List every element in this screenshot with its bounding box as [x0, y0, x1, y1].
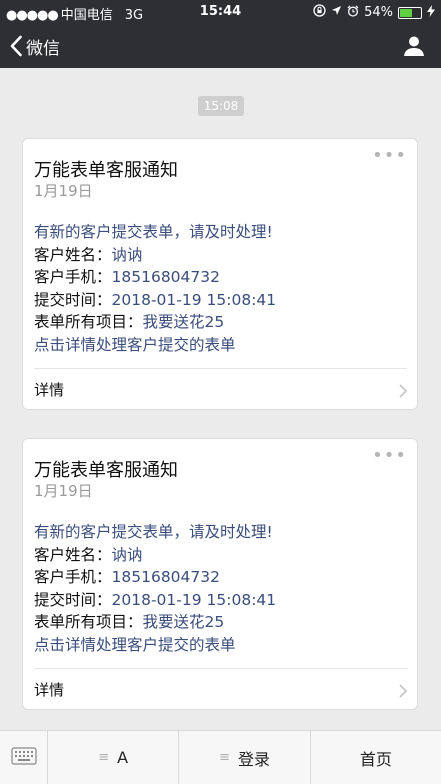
back-label: 微信 [26, 38, 60, 59]
field-label: 客户姓名： [34, 245, 112, 264]
field-label: 客户手机： [34, 268, 112, 286]
message-timestamp: 15:08 [198, 96, 244, 116]
menu-item-label: 首页 [359, 749, 392, 769]
field-label: 表单所有项目： [34, 613, 143, 631]
message-card: ••• 万能表单客服通知 1月19日 有新的客户提交表单，请及时处理! 客户姓名… [22, 438, 418, 710]
field-value: 讷讷 [111, 245, 143, 264]
detail-label: 详情 [34, 381, 65, 399]
field-customer-phone: 客户手机：18516804732 [34, 266, 407, 289]
field-label: 客户手机： [34, 568, 112, 586]
field-value: 讷讷 [111, 545, 143, 564]
detail-link[interactable]: 详情 [23, 369, 417, 410]
field-label: 提交时间： [34, 290, 112, 309]
menu-item-a[interactable]: ≡ A [48, 731, 180, 784]
field-value: 2018-01-19 15:08:41 [111, 290, 277, 309]
chevron-left-icon [10, 35, 22, 57]
card-footer-note: 点击详情处理客户提交的表单 [34, 635, 236, 654]
bottom-menu-bar: ≡ A ≡ 登录 首页 [0, 730, 441, 784]
message-card: ••• 万能表单客服通知 1月19日 有新的客户提交表单，请及时处理! 客户姓名… [22, 138, 418, 410]
menu-item-label: A [117, 748, 129, 767]
battery-percent: 54% [364, 5, 393, 20]
card-intro: 有新的客户提交表单，请及时处理! [34, 523, 273, 541]
orientation-lock-icon [313, 4, 326, 21]
chevron-right-icon [399, 683, 408, 702]
detail-link[interactable]: 详情 [23, 669, 417, 710]
detail-label: 详情 [34, 681, 65, 699]
battery-level-fill [400, 8, 412, 17]
card-footer-note: 点击详情处理客户提交的表单 [34, 335, 236, 354]
card-title: 万能表单客服通知 [34, 160, 178, 181]
field-label: 表单所有项目： [34, 313, 143, 331]
field-customer-phone: 客户手机：18516804732 [34, 566, 407, 589]
chevron-right-icon [399, 383, 408, 402]
field-value: 我要送花25 [142, 313, 225, 331]
field-value: 18516804732 [111, 268, 220, 286]
location-icon [331, 5, 342, 20]
field-label: 提交时间： [34, 590, 112, 609]
field-customer-name: 客户姓名：讷讷 [34, 544, 407, 567]
status-bar: ●●●●● 中国电信 3G 15:44 54% [0, 0, 441, 24]
profile-button[interactable] [403, 35, 425, 57]
field-form-items: 表单所有项目：我要送花25 [34, 311, 407, 334]
menu-lines-icon: ≡ [219, 750, 230, 765]
field-form-items: 表单所有项目：我要送花25 [34, 611, 407, 634]
more-options-icon[interactable]: ••• [372, 147, 407, 165]
status-icons: 54% [313, 4, 435, 21]
field-customer-name: 客户姓名：讷讷 [34, 244, 407, 267]
menu-item-label: 登录 [237, 749, 270, 769]
nav-bar: 微信 [0, 24, 441, 68]
alarm-icon [347, 5, 359, 21]
menu-lines-icon: ≡ [98, 750, 110, 765]
field-value: 我要送花25 [142, 613, 225, 631]
field-value: 18516804732 [111, 568, 220, 586]
card-body: 有新的客户提交表单，请及时处理! 客户姓名：讷讷 客户手机：1851680473… [34, 521, 407, 656]
field-label: 客户姓名： [34, 545, 112, 564]
card-intro: 有新的客户提交表单，请及时处理! [34, 223, 273, 241]
card-body: 有新的客户提交表单，请及时处理! 客户姓名：讷讷 客户手机：1851680473… [34, 221, 407, 356]
field-submit-time: 提交时间：2018-01-19 15:08:41 [34, 289, 407, 312]
menu-item-login[interactable]: ≡ 登录 [179, 731, 311, 784]
card-title: 万能表单客服通知 [34, 460, 178, 481]
back-button[interactable]: 微信 [10, 24, 60, 68]
person-icon [403, 36, 425, 61]
field-value: 2018-01-19 15:08:41 [111, 590, 277, 609]
card-date: 1月19日 [34, 482, 93, 500]
menu-item-home[interactable]: 首页 [311, 731, 441, 784]
battery-icon [398, 6, 422, 19]
keyboard-toggle-button[interactable] [0, 731, 48, 784]
keyboard-icon [10, 746, 37, 769]
field-submit-time: 提交时间：2018-01-19 15:08:41 [34, 589, 407, 612]
charging-icon [427, 4, 435, 21]
card-date: 1月19日 [34, 182, 93, 200]
more-options-icon[interactable]: ••• [372, 447, 407, 465]
